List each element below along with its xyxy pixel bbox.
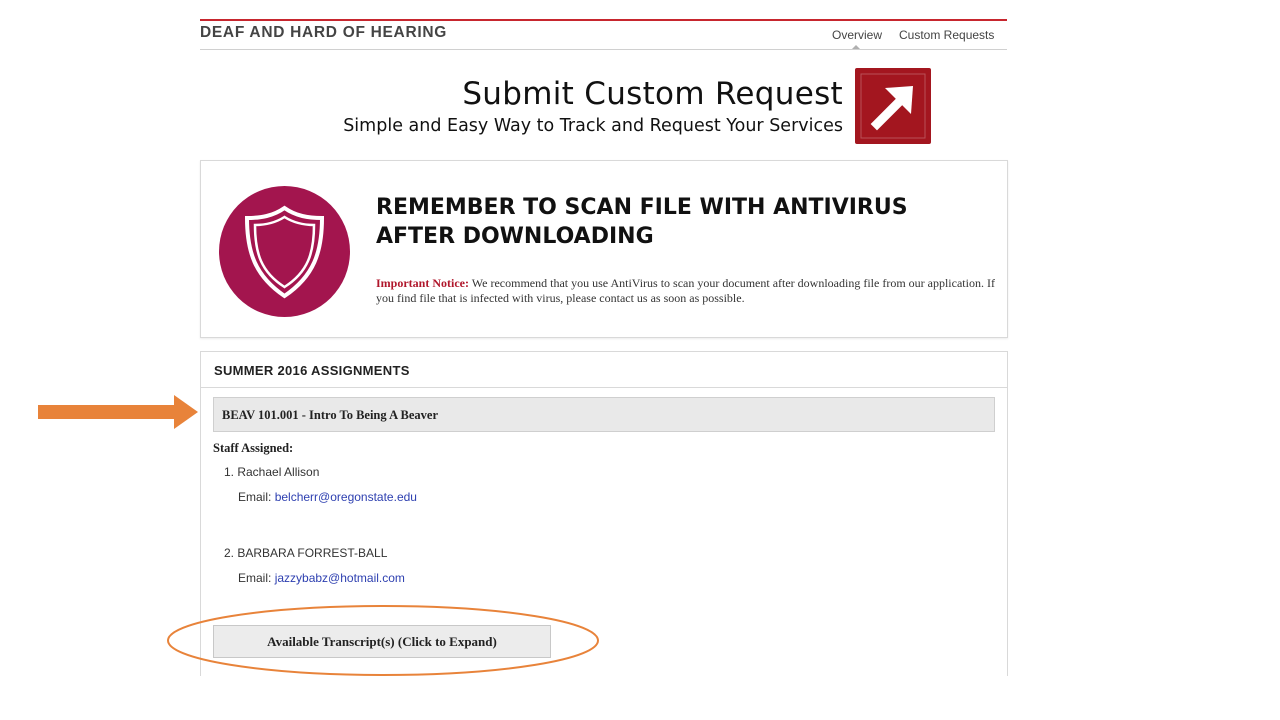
email-label: Email:: [238, 490, 272, 504]
email-label: Email:: [238, 571, 272, 585]
annotation-highlight-ellipse: [167, 605, 599, 676]
staff-email-row-1: Email: belcherr@oregonstate.edu: [238, 490, 417, 504]
nav-divider: [200, 49, 1007, 50]
staff-email-row-2: Email: jazzybabz@hotmail.com: [238, 571, 405, 585]
header-accent-line: [200, 19, 1007, 21]
arrow-up-right-icon[interactable]: [855, 68, 931, 144]
page: DEAF AND HARD OF HEARING Overview Custom…: [0, 0, 1280, 720]
assignments-title: SUMMER 2016 ASSIGNMENTS: [214, 363, 410, 378]
notice-heading-line1: REMEMBER TO SCAN FILE WITH ANTIVIRUS: [376, 195, 908, 220]
banner-subtitle: Simple and Easy Way to Track and Request…: [343, 116, 843, 136]
notice-heading: REMEMBER TO SCAN FILE WITH ANTIVIRUS AFT…: [376, 193, 976, 251]
site-title: DEAF AND HARD OF HEARING: [200, 24, 447, 41]
nav-custom-requests[interactable]: Custom Requests: [899, 28, 994, 42]
notice-text: We recommend that you use AntiVirus to s…: [376, 276, 995, 305]
nav-overview[interactable]: Overview: [832, 28, 882, 42]
staff-email-link-2[interactable]: jazzybabz@hotmail.com: [275, 571, 405, 585]
staff-email-link-1[interactable]: belcherr@oregonstate.edu: [275, 490, 417, 504]
course-title: BEAV 101.001 - Intro To Being A Beaver: [222, 408, 439, 422]
assignments-header-divider: [200, 387, 1007, 388]
active-tab-caret: [852, 45, 860, 49]
staff-name-2: 2. BARBARA FORREST-BALL: [224, 546, 388, 560]
notice-label: Important Notice:: [376, 276, 469, 290]
staff-assigned-label: Staff Assigned:: [213, 441, 294, 455]
staff-name-1: 1. Rachael Allison: [224, 465, 320, 479]
shield-icon: [219, 186, 350, 317]
notice-heading-line2: AFTER DOWNLOADING: [376, 224, 654, 249]
annotation-arrow-icon: [38, 395, 198, 429]
notice-body: Important Notice: We recommend that you …: [376, 276, 996, 306]
banner-title: Submit Custom Request: [462, 76, 843, 112]
